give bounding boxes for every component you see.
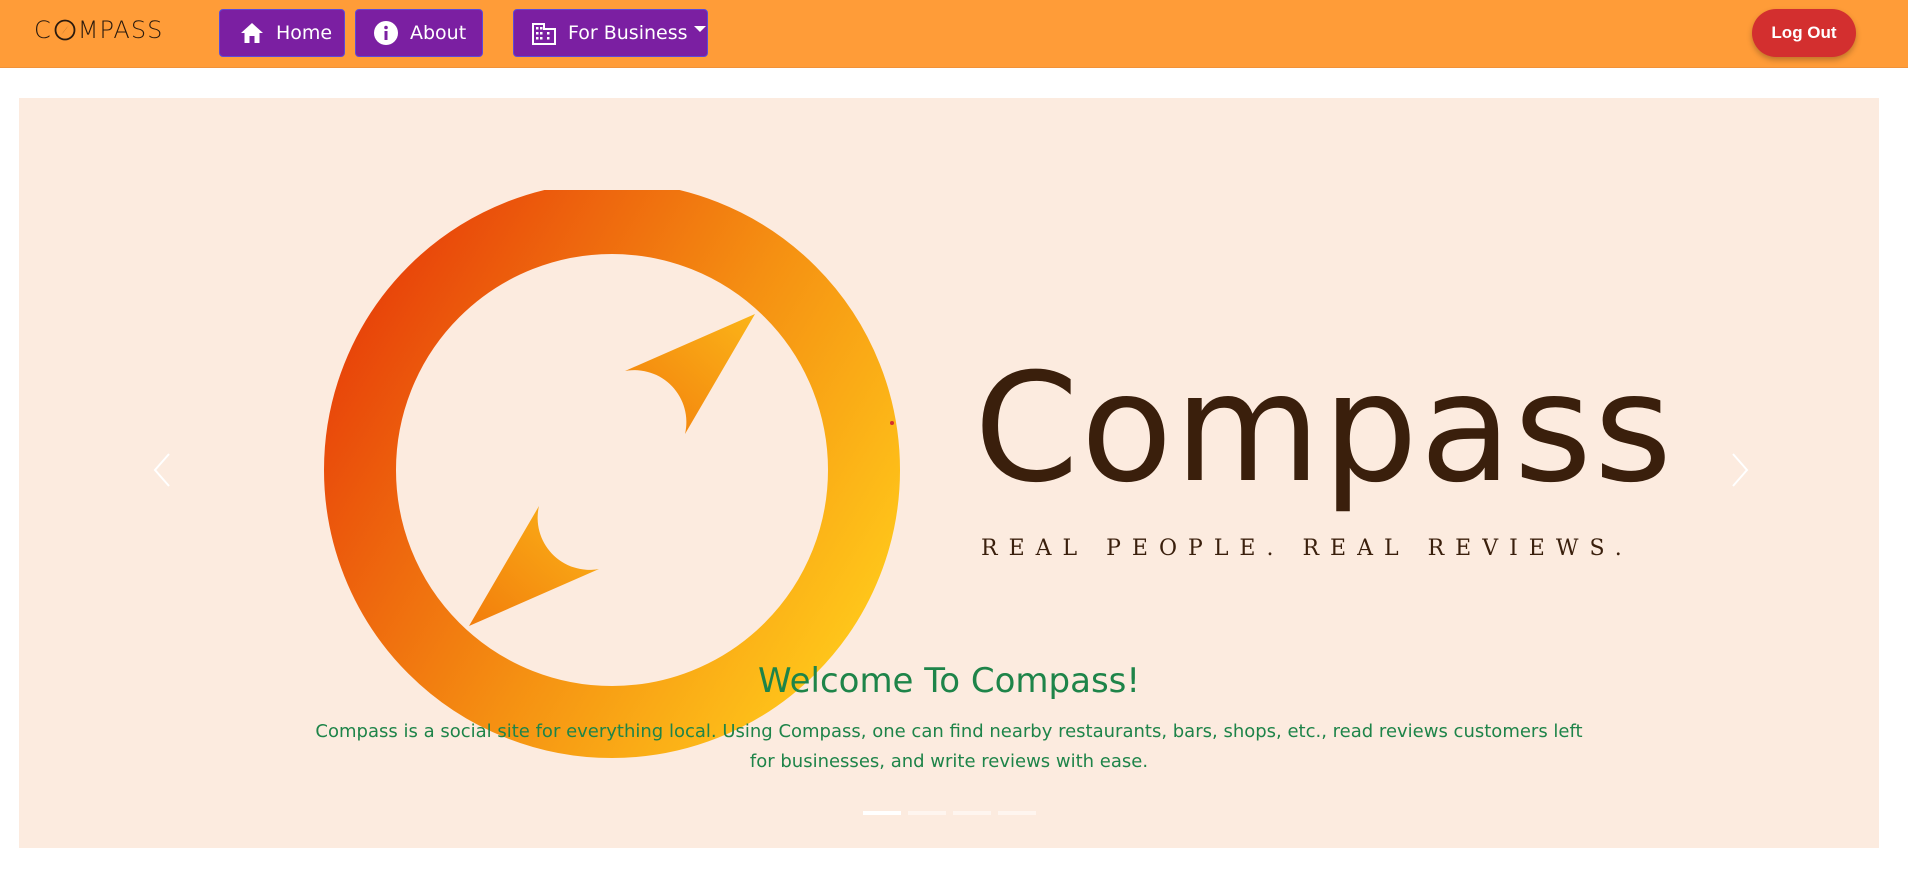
- hero-carousel: Compass REAL PEOPLE. REAL REVIEWS. Welco…: [19, 98, 1879, 848]
- chevron-left-icon: [153, 453, 170, 487]
- info-icon: [372, 19, 400, 47]
- hero-wordmark: Compass: [974, 342, 1675, 516]
- brand-letters: MPASS: [77, 16, 164, 44]
- logout-button[interactable]: Log Out: [1752, 9, 1856, 57]
- marker-dot: [890, 421, 894, 425]
- home-icon: [238, 19, 266, 47]
- for-business-label: For Business: [568, 22, 688, 44]
- building-icon: [530, 19, 558, 47]
- carousel-indicator-4[interactable]: [998, 811, 1036, 815]
- brand-letter-c: C: [34, 16, 52, 44]
- caption-title: Welcome To Compass!: [757, 661, 1141, 701]
- home-button-label: Home: [276, 22, 333, 44]
- for-business-dropdown[interactable]: For Business: [513, 9, 708, 57]
- about-button[interactable]: About: [355, 9, 483, 57]
- caption-text: Compass is a social site for everything …: [315, 721, 1583, 772]
- carousel-indicator-1[interactable]: [863, 811, 901, 815]
- carousel-indicators: [863, 811, 1036, 815]
- chevron-down-icon: [693, 26, 706, 32]
- brand-logo[interactable]: C MPASS: [34, 13, 163, 47]
- hero-tagline: REAL PEOPLE. REAL REVIEWS.: [981, 536, 1633, 561]
- carousel-indicator-3[interactable]: [953, 811, 991, 815]
- top-navbar: C MPASS Home About For Business Log Out: [0, 0, 1908, 68]
- compass-icon: [54, 19, 76, 41]
- about-button-label: About: [410, 22, 467, 44]
- home-button[interactable]: Home: [219, 9, 345, 57]
- carousel-next-button[interactable]: [1729, 450, 1753, 494]
- carousel-indicator-2[interactable]: [908, 811, 946, 815]
- chevron-right-icon: [1732, 453, 1749, 487]
- carousel-prev-button[interactable]: [149, 450, 173, 494]
